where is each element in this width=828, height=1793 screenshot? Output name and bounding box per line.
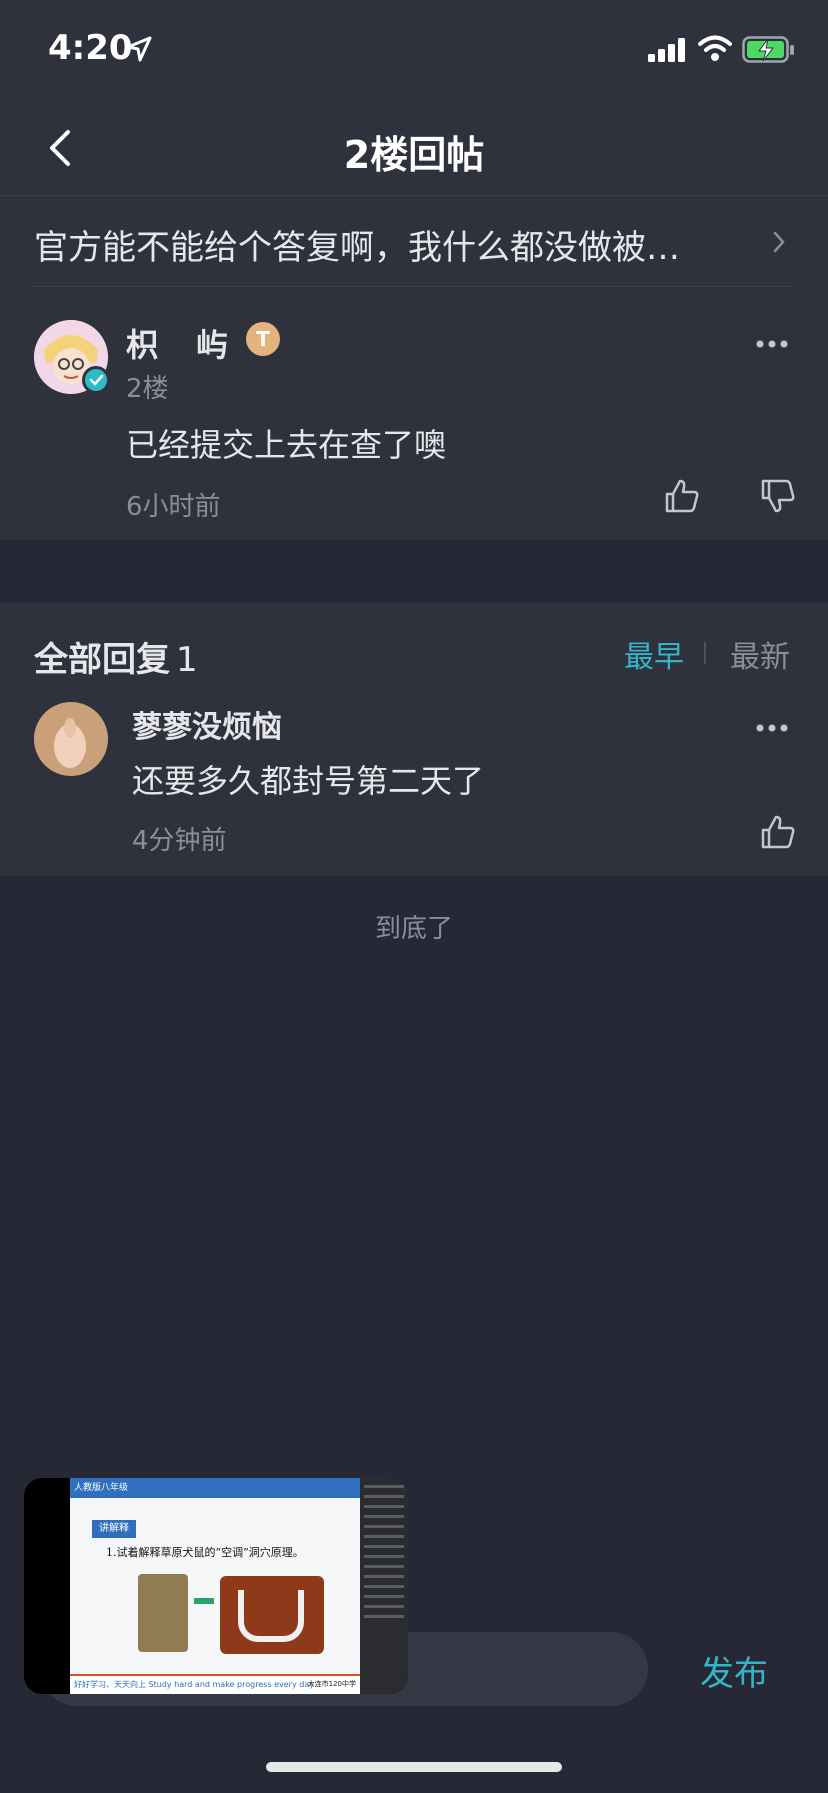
post-card: 官方能不能给个答复啊，我什么都没做被… 枳屿 T 2楼 已经提交上去在查了噢 6… <box>0 196 828 540</box>
post-timestamp: 6小时前 <box>126 492 221 522</box>
level-badge: T <box>246 322 280 356</box>
status-time: 4:20 <box>48 28 133 68</box>
reply-author-name[interactable]: 蓼蓼没烦恼 <box>132 702 282 746</box>
floor-label: 2楼 <box>126 374 169 404</box>
pip-slide: 人教版八年级 讲解释 1.试着解释草原犬鼠的“空调”洞穴原理。 好好学习、天天向… <box>70 1478 360 1694</box>
reply-content: 还要多久都封号第二天了 <box>132 762 485 800</box>
reply-avatar[interactable] <box>34 702 108 776</box>
burrow-tunnel <box>238 1590 304 1642</box>
pip-slide-footer: 好好学习、天天向上 Study hard and make progress e… <box>70 1674 360 1694</box>
pip-slide-question: 1.试着解释草原犬鼠的“空调”洞穴原理。 <box>106 1546 304 1559</box>
pip-footer-slogan: 好好学习、天天向上 Study hard and make progress e… <box>74 1680 314 1689</box>
pip-footer-school: 大连市120中学 <box>307 1680 356 1688</box>
divider <box>34 286 794 287</box>
home-indicator[interactable] <box>266 1762 562 1772</box>
pip-side-panel <box>360 1478 408 1694</box>
prairie-dog-photo <box>138 1574 188 1652</box>
location-arrow-icon <box>126 36 152 66</box>
thread-title-link[interactable]: 官方能不能给个答复啊，我什么都没做被… <box>34 220 724 269</box>
replies-header-label: 全部回复 <box>34 640 170 680</box>
verified-badge-icon <box>82 366 110 394</box>
thumbs-up-icon[interactable] <box>664 478 700 518</box>
page-title: 2楼回帖 <box>343 133 485 177</box>
sort-earliest-button[interactable]: 最早 <box>624 632 684 676</box>
cellular-signal-icon <box>648 38 688 66</box>
thumbs-down-icon[interactable] <box>760 478 796 518</box>
sort-divider <box>704 642 706 664</box>
wifi-icon <box>698 34 732 66</box>
battery-charging-icon <box>742 36 796 68</box>
navigation-bar: 2楼回帖 <box>0 100 828 196</box>
sort-latest-button[interactable]: 最新 <box>730 632 790 676</box>
arrow-icon <box>194 1598 214 1604</box>
replies-count: 1 <box>176 640 198 680</box>
post-author-name[interactable]: 枳屿 <box>126 320 266 366</box>
pip-slide-header: 人教版八年级 <box>70 1478 360 1498</box>
more-options-icon[interactable] <box>756 718 788 737</box>
thumbs-up-icon[interactable] <box>760 814 796 854</box>
replies-header: 全部回复 1 <box>34 632 198 681</box>
publish-button[interactable]: 发布 <box>700 1646 768 1695</box>
post-content: 已经提交上去在查了噢 <box>126 426 447 464</box>
end-of-list-label: 到底了 <box>374 914 453 944</box>
more-options-icon[interactable] <box>756 334 788 353</box>
picture-in-picture-video[interactable]: 人教版八年级 讲解释 1.试着解释草原犬鼠的“空调”洞穴原理。 好好学习、天天向… <box>24 1478 408 1694</box>
status-bar: 4:20 <box>0 0 828 100</box>
replies-section: 全部回复 1 最早 最新 蓼蓼没烦恼 还要多久都封号第二天了 4分钟前 <box>0 602 828 876</box>
pip-slide-tag: 讲解释 <box>92 1520 136 1538</box>
chevron-right-icon[interactable] <box>772 230 786 258</box>
reply-timestamp: 4分钟前 <box>132 826 227 856</box>
